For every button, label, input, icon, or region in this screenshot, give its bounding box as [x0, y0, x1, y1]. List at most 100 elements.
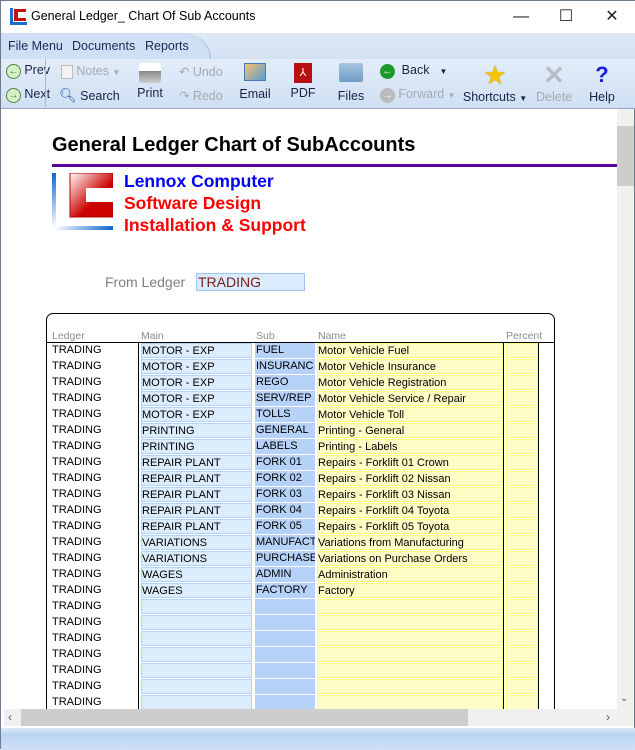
- redo-button[interactable]: ↷ Redo: [179, 88, 223, 103]
- back-button[interactable]: ← Back ▼: [380, 63, 447, 79]
- percent-cell[interactable]: [506, 391, 538, 406]
- main-cell[interactable]: MOTOR - EXP: [141, 375, 252, 390]
- undo-button[interactable]: ↶ Undo: [179, 64, 223, 79]
- name-cell[interactable]: Printing - Labels: [317, 439, 503, 454]
- name-cell[interactable]: Repairs - Forklift 04 Toyota: [317, 503, 503, 518]
- sub-cell[interactable]: [255, 663, 315, 678]
- name-cell[interactable]: Printing - General: [317, 423, 503, 438]
- main-cell[interactable]: REPAIR PLANT: [141, 471, 252, 486]
- sub-cell[interactable]: LABELS: [255, 439, 315, 454]
- name-cell[interactable]: Motor Vehicle Insurance: [317, 359, 503, 374]
- main-cell[interactable]: MOTOR - EXP: [141, 359, 252, 374]
- pdf-button[interactable]: ⅄ PDF: [289, 63, 317, 100]
- horizontal-scroll-thumb[interactable]: [21, 709, 468, 726]
- name-cell[interactable]: Variations from Manufacturing: [317, 535, 503, 550]
- name-cell[interactable]: Motor Vehicle Fuel: [317, 343, 503, 358]
- name-cell[interactable]: [317, 647, 503, 662]
- sub-cell[interactable]: INSURANC: [255, 359, 315, 374]
- main-cell[interactable]: MOTOR - EXP: [141, 407, 252, 422]
- maximize-button[interactable]: ☐: [546, 5, 586, 29]
- name-cell[interactable]: [317, 663, 503, 678]
- percent-cell[interactable]: [506, 487, 538, 502]
- scroll-down-icon[interactable]: ⌄: [620, 693, 628, 704]
- sub-cell[interactable]: MANUFACT: [255, 535, 315, 550]
- vertical-scroll-thumb[interactable]: [617, 126, 634, 186]
- main-cell[interactable]: WAGES: [141, 583, 252, 598]
- percent-cell[interactable]: [506, 679, 538, 694]
- sub-cell[interactable]: [255, 679, 315, 694]
- shortcuts-button[interactable]: ★ Shortcuts ▼: [461, 61, 529, 104]
- percent-cell[interactable]: [506, 663, 538, 678]
- percent-cell[interactable]: [506, 599, 538, 614]
- main-cell[interactable]: [141, 599, 252, 614]
- name-cell[interactable]: Repairs - Forklift 01 Crown: [317, 455, 503, 470]
- menu-file[interactable]: File Menu: [8, 39, 63, 53]
- name-cell[interactable]: [317, 631, 503, 646]
- vertical-scrollbar[interactable]: [617, 109, 634, 709]
- percent-cell[interactable]: [506, 359, 538, 374]
- percent-cell[interactable]: [506, 535, 538, 550]
- menu-documents[interactable]: Documents: [72, 39, 135, 53]
- name-cell[interactable]: Repairs - Forklift 02 Nissan: [317, 471, 503, 486]
- prev-button[interactable]: ← Prev: [6, 63, 50, 79]
- name-cell[interactable]: Administration: [317, 567, 503, 582]
- main-cell[interactable]: MOTOR - EXP: [141, 391, 252, 406]
- scroll-left-icon[interactable]: ‹: [8, 710, 12, 724]
- sub-cell[interactable]: [255, 695, 315, 709]
- back-dropdown-icon[interactable]: ▼: [439, 67, 447, 76]
- percent-cell[interactable]: [506, 695, 538, 709]
- percent-cell[interactable]: [506, 567, 538, 582]
- percent-cell[interactable]: [506, 375, 538, 390]
- print-button[interactable]: Print: [135, 63, 165, 100]
- menu-reports[interactable]: Reports: [145, 39, 189, 53]
- sub-cell[interactable]: GENERAL: [255, 423, 315, 438]
- main-cell[interactable]: REPAIR PLANT: [141, 519, 252, 534]
- sub-cell[interactable]: FORK 03: [255, 487, 315, 502]
- main-cell[interactable]: REPAIR PLANT: [141, 455, 252, 470]
- name-cell[interactable]: Motor Vehicle Toll: [317, 407, 503, 422]
- percent-cell[interactable]: [506, 471, 538, 486]
- sub-cell[interactable]: [255, 599, 315, 614]
- from-ledger-field[interactable]: TRADING: [196, 273, 305, 291]
- next-button[interactable]: → Next: [6, 87, 50, 103]
- percent-cell[interactable]: [506, 583, 538, 598]
- sub-cell[interactable]: FORK 04: [255, 503, 315, 518]
- sub-cell[interactable]: FORK 01: [255, 455, 315, 470]
- name-cell[interactable]: [317, 695, 503, 709]
- main-cell[interactable]: VARIATIONS: [141, 535, 252, 550]
- sub-cell[interactable]: FUEL: [255, 343, 315, 358]
- percent-cell[interactable]: [506, 551, 538, 566]
- name-cell[interactable]: Repairs - Forklift 05 Toyota: [317, 519, 503, 534]
- sub-cell[interactable]: REGO: [255, 375, 315, 390]
- minimize-button[interactable]: —: [501, 5, 541, 29]
- name-cell[interactable]: [317, 679, 503, 694]
- main-cell[interactable]: [141, 695, 252, 709]
- main-cell[interactable]: [141, 679, 252, 694]
- main-cell[interactable]: WAGES: [141, 567, 252, 582]
- percent-cell[interactable]: [506, 343, 538, 358]
- main-cell[interactable]: [141, 663, 252, 678]
- help-button[interactable]: ? Help: [587, 61, 617, 104]
- percent-cell[interactable]: [506, 407, 538, 422]
- forward-button[interactable]: → Forward ▼: [380, 87, 455, 103]
- email-button[interactable]: Email: [238, 63, 272, 101]
- scroll-right-icon[interactable]: ›: [606, 710, 610, 724]
- main-cell[interactable]: [141, 647, 252, 662]
- main-cell[interactable]: PRINTING: [141, 439, 252, 454]
- name-cell[interactable]: Repairs - Forklift 03 Nissan: [317, 487, 503, 502]
- notes-button[interactable]: Notes ▼: [61, 64, 120, 79]
- main-cell[interactable]: PRINTING: [141, 423, 252, 438]
- percent-cell[interactable]: [506, 439, 538, 454]
- sub-cell[interactable]: ADMIN: [255, 567, 315, 582]
- name-cell[interactable]: Factory: [317, 583, 503, 598]
- percent-cell[interactable]: [506, 455, 538, 470]
- percent-cell[interactable]: [506, 503, 538, 518]
- search-button[interactable]: 🔍︎ Search: [59, 87, 120, 104]
- close-button[interactable]: ✕: [592, 5, 632, 29]
- sub-cell[interactable]: FACTORY: [255, 583, 315, 598]
- percent-cell[interactable]: [506, 615, 538, 630]
- main-cell[interactable]: [141, 615, 252, 630]
- main-cell[interactable]: VARIATIONS: [141, 551, 252, 566]
- main-cell[interactable]: [141, 631, 252, 646]
- name-cell[interactable]: Variations on Purchase Orders: [317, 551, 503, 566]
